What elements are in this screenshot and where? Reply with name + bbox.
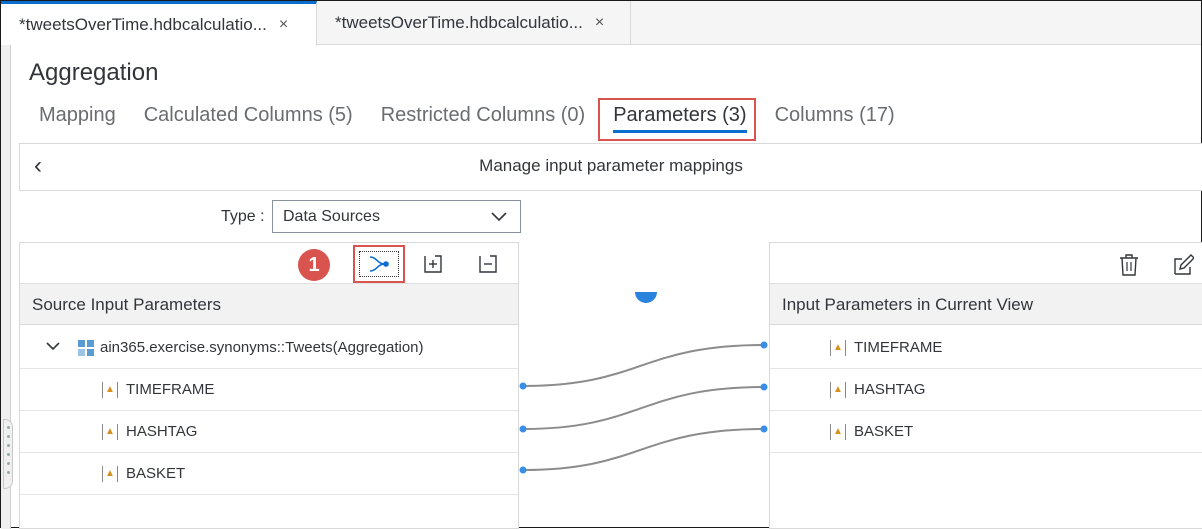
mapping-endpoint xyxy=(519,466,527,474)
mapping-endpoint xyxy=(519,382,527,390)
mapping-endpoint xyxy=(760,341,768,349)
mapping-lines xyxy=(519,341,768,474)
mapping-line-hashtag[interactable] xyxy=(522,386,765,430)
mapping-line-basket[interactable] xyxy=(522,428,765,471)
mapping-endpoint xyxy=(519,425,527,433)
mapping-endpoint xyxy=(760,425,768,433)
mapping-endpoint xyxy=(760,383,768,391)
mapping-line-timeframe[interactable] xyxy=(522,344,765,387)
